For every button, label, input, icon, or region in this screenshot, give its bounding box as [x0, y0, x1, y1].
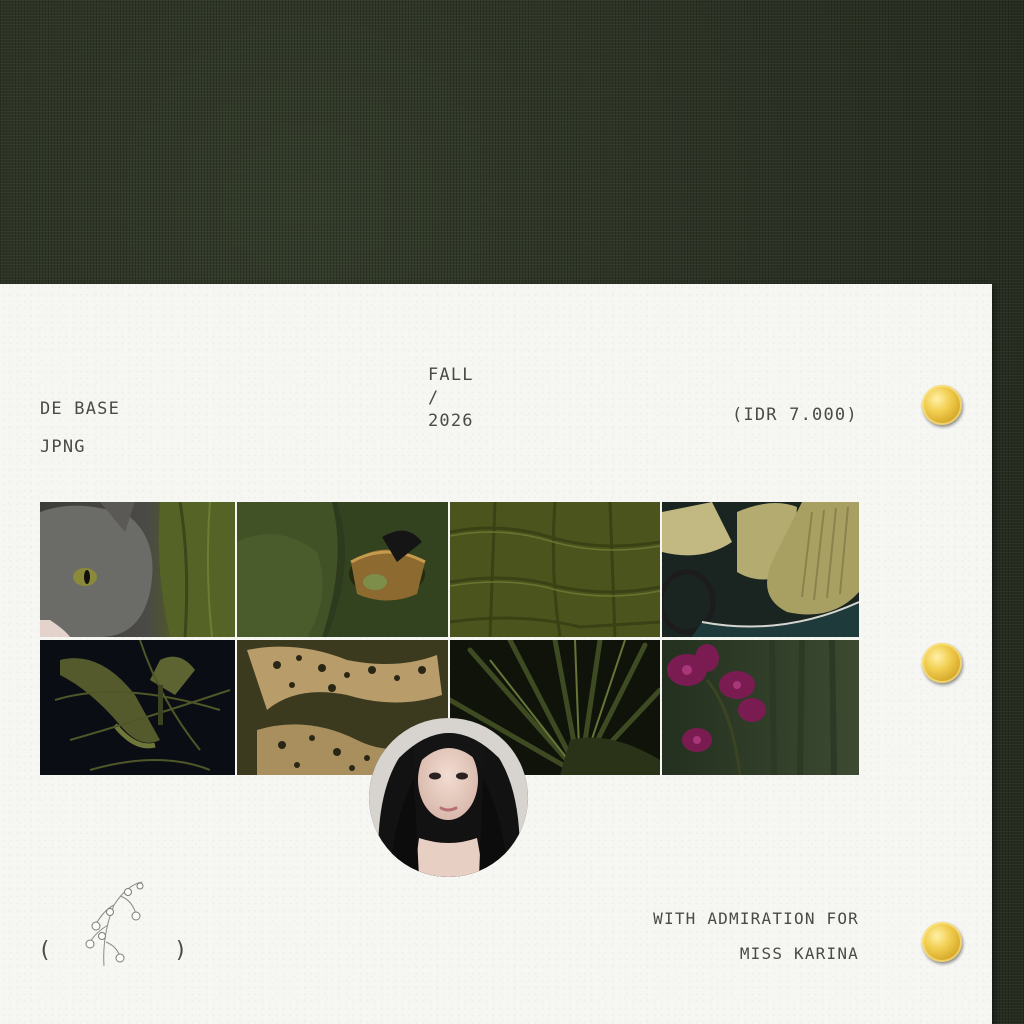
- brand-name: DE BASE: [40, 399, 121, 419]
- gold-pin-bottom: [922, 922, 962, 962]
- vintage-car-olive-seats-photo: [662, 502, 859, 637]
- paren-close: ): [174, 938, 189, 963]
- portrait-avatar: [369, 718, 528, 877]
- gold-pin-middle: [922, 643, 962, 683]
- season-year: 2026: [428, 411, 474, 431]
- lily-of-the-valley-sketch-icon: [85, 881, 144, 966]
- brand-subtitle: JPNG: [40, 437, 86, 457]
- gold-pin-top: [922, 385, 962, 425]
- fabric-background: DE BASE JPNG FALL / 2026 (IDR 7.000) ()…: [0, 0, 1024, 1024]
- price-label: (IDR 7.000): [732, 405, 858, 425]
- moodboard-sheet: DE BASE JPNG FALL / 2026 (IDR 7.000) ()…: [0, 284, 992, 1024]
- basket-on-green-cushion-photo: [237, 502, 448, 637]
- purple-orchid-photo: [662, 640, 859, 775]
- dedication-line-2: MISS KARINA: [739, 944, 859, 963]
- season-word: FALL: [428, 365, 474, 385]
- cat-with-olive-leather-photo: [40, 502, 235, 637]
- season-slash: /: [428, 388, 440, 408]
- olive-croc-leather-photo: [450, 502, 660, 637]
- olive-strappy-heels-photo: [40, 640, 235, 775]
- dedication-line-1: WITH ADMIRATION FOR: [653, 909, 859, 928]
- season-label: FALL / 2026: [428, 364, 474, 433]
- paren-open: (: [38, 938, 53, 963]
